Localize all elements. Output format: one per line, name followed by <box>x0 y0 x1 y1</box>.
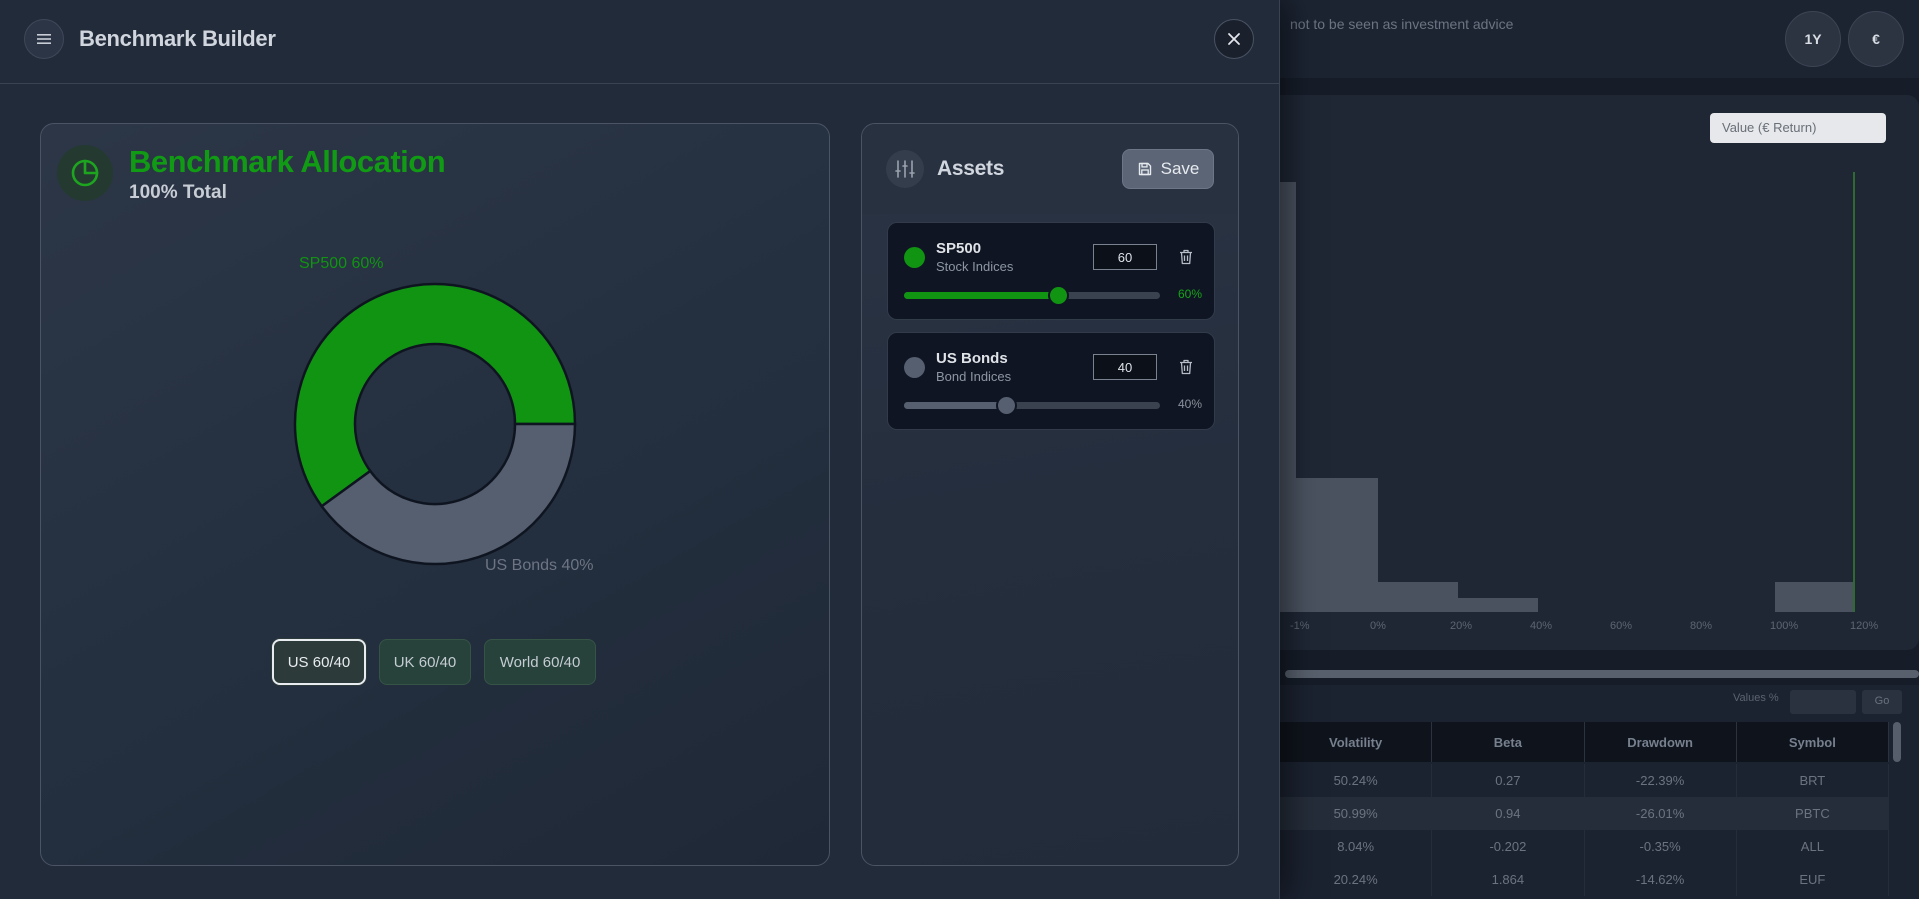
table-cell: 0.27 <box>1432 764 1585 797</box>
table-values-input[interactable] <box>1790 690 1856 714</box>
axis-tick-label: 0% <box>1370 620 1386 632</box>
table-header-cell[interactable]: Symbol <box>1737 722 1889 762</box>
asset-category: Stock Indices <box>936 259 1014 274</box>
histogram-bar <box>1458 598 1538 612</box>
drawer-header: Benchmark Builder <box>0 0 1280 84</box>
allocation-card: Benchmark Allocation 100% Total SP500 60… <box>40 123 830 866</box>
table-row[interactable]: 50.24% 0.27 -22.39% BRT <box>1280 764 1889 797</box>
menu-button[interactable] <box>24 19 64 59</box>
menu-icon <box>37 34 51 44</box>
table-cell: 20.24% <box>1280 863 1433 896</box>
donut-segment[interactable] <box>319 422 577 566</box>
table-cell: -14.62% <box>1585 863 1737 896</box>
background-disclaimer: not to be seen as investment advice <box>1290 16 1514 32</box>
table-cell: 50.24% <box>1280 764 1433 797</box>
table-row[interactable]: 50.99% 0.94 -26.01% PBTC <box>1280 797 1889 830</box>
asset-category: Bond Indices <box>936 369 1012 384</box>
assets-header: Assets Save <box>862 124 1238 214</box>
delete-asset-button[interactable] <box>1175 356 1197 378</box>
table-cell: 50.99% <box>1280 797 1433 830</box>
axis-tick-label: 20% <box>1450 620 1473 632</box>
delete-asset-button[interactable] <box>1175 246 1197 268</box>
axis-tick-label: 40% <box>1530 620 1553 632</box>
table-row[interactable]: 8.04% -0.202 -0.35% ALL <box>1280 830 1889 863</box>
assets-title: Assets <box>937 157 1005 180</box>
allocation-donut-chart <box>293 282 577 566</box>
axis-tick-label: 120% <box>1850 620 1879 632</box>
slider-fill <box>904 292 1058 299</box>
period-button[interactable]: 1Y <box>1785 11 1841 67</box>
table-header: Volatility Beta Drawdown Symbol <box>1280 722 1889 762</box>
table-cell: 1.864 <box>1432 863 1585 896</box>
preset-uk-60-40-button[interactable]: UK 60/40 <box>379 639 471 685</box>
table-row[interactable]: 20.24% 1.864 -14.62% EUF <box>1280 863 1889 896</box>
preset-buttons: US 60/40 UK 60/40 World 60/40 <box>41 639 831 685</box>
table-cell: -0.202 <box>1432 830 1585 863</box>
close-icon <box>1228 33 1240 45</box>
table-header-cell[interactable]: Volatility <box>1280 722 1433 762</box>
slider-fill <box>904 402 1007 409</box>
asset-name: US Bonds <box>936 350 1008 367</box>
axis-tick-label: 100% <box>1770 620 1799 632</box>
table-cell: EUF <box>1737 863 1889 896</box>
sliders-icon <box>895 160 915 178</box>
histogram-bar <box>1775 582 1855 612</box>
asset-weight-slider[interactable] <box>904 395 1160 416</box>
table-cell: ALL <box>1737 830 1889 863</box>
preset-us-60-40-button[interactable]: US 60/40 <box>272 639 366 685</box>
donut-segment-label: US Bonds 40% <box>485 557 594 574</box>
save-button[interactable]: Save <box>1122 149 1214 189</box>
axis-tick-label: -1% <box>1290 620 1310 632</box>
table-cell: -22.39% <box>1585 764 1737 797</box>
asset-name: SP500 <box>936 240 982 257</box>
chart-value-dropdown[interactable]: Value (€ Return) <box>1710 113 1886 143</box>
save-icon <box>1138 162 1151 176</box>
trash-icon <box>1180 249 1192 265</box>
table-cell: 0.94 <box>1432 797 1585 830</box>
assets-icon-badge <box>886 150 924 188</box>
donut-segment-label: SP500 60% <box>299 255 384 272</box>
table-header-cell[interactable]: Beta <box>1432 722 1585 762</box>
trash-icon <box>1180 359 1192 375</box>
slider-thumb[interactable] <box>1047 285 1069 306</box>
vertical-scrollbar[interactable] <box>1893 722 1901 762</box>
currency-button[interactable]: € <box>1848 11 1904 67</box>
asset-item-sp500: SP500 Stock Indices 60% <box>887 222 1215 320</box>
close-button[interactable] <box>1214 19 1254 59</box>
horizontal-scrollbar[interactable] <box>1285 670 1919 678</box>
asset-weight-input[interactable] <box>1093 244 1157 270</box>
table-cell: BRT <box>1737 764 1889 797</box>
table-cell: PBTC <box>1737 797 1889 830</box>
histogram-bar <box>1378 582 1458 612</box>
preset-world-60-40-button[interactable]: World 60/40 <box>484 639 596 685</box>
table-go-button[interactable]: Go <box>1862 690 1902 714</box>
asset-item-us-bonds: US Bonds Bond Indices 40% <box>887 332 1215 430</box>
save-label: Save <box>1160 159 1200 178</box>
histogram-bar <box>1280 182 1296 612</box>
asset-weight-input[interactable] <box>1093 354 1157 380</box>
table-cell: -26.01% <box>1585 797 1737 830</box>
table-cell: 8.04% <box>1280 830 1433 863</box>
benchmark-builder-drawer: Benchmark Builder Benchmark Allocation 1… <box>0 0 1280 899</box>
axis-tick-label: 80% <box>1690 620 1713 632</box>
histogram-marker-line <box>1853 172 1855 612</box>
table-cell: -0.35% <box>1585 830 1737 863</box>
asset-percent-label: 60% <box>1177 287 1202 301</box>
axis-tick-label: 60% <box>1610 620 1633 632</box>
asset-color-dot <box>904 357 925 378</box>
asset-weight-slider[interactable] <box>904 285 1160 306</box>
table-values-label: Values % <box>1733 692 1779 704</box>
assets-card: Assets Save SP500 Stock Indices 60 60% U… <box>861 123 1239 866</box>
table-header-cell[interactable]: Drawdown <box>1585 722 1737 762</box>
asset-color-dot <box>904 247 925 268</box>
asset-percent-label: 40% <box>1177 397 1202 411</box>
drawer-title: Benchmark Builder <box>79 26 276 51</box>
histogram-bar <box>1296 478 1378 612</box>
slider-thumb[interactable] <box>996 395 1018 416</box>
